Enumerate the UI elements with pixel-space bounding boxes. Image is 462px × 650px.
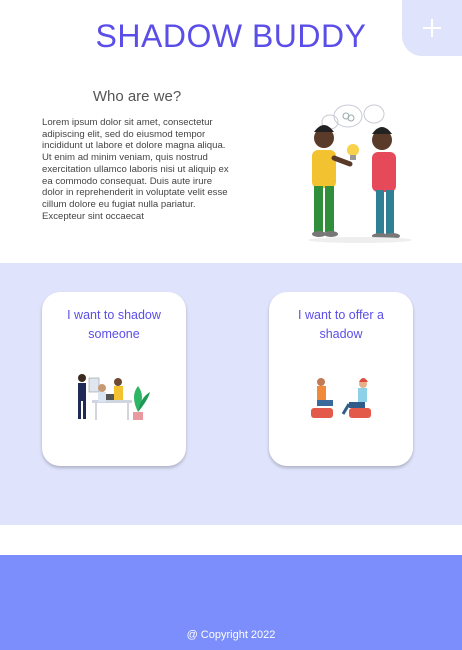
offer-shadow-card[interactable]: I want to offer a shadow [269,292,413,466]
footer: @ Copyright 2022 [0,555,462,650]
conversation-illustration [311,378,371,418]
options-section: I want to shadow someone I want to offer… [0,263,462,525]
people-talking-illustration [308,104,412,243]
copyright-text: @ Copyright 2022 [186,629,276,641]
team-meeting-illustration [78,374,150,420]
offer-shadow-label: I want to offer a shadow [298,308,384,341]
plus-icon [423,19,441,37]
shadow-someone-label: I want to shadow someone [67,308,161,341]
page-title: SHADOW BUDDY [95,18,367,54]
add-button[interactable] [402,0,462,56]
about-body-text: Lorem ipsum dolor sit amet, consectetur … [42,117,229,222]
about-heading: Who are we? [92,88,182,105]
shadow-someone-card[interactable]: I want to shadow someone [42,292,186,466]
